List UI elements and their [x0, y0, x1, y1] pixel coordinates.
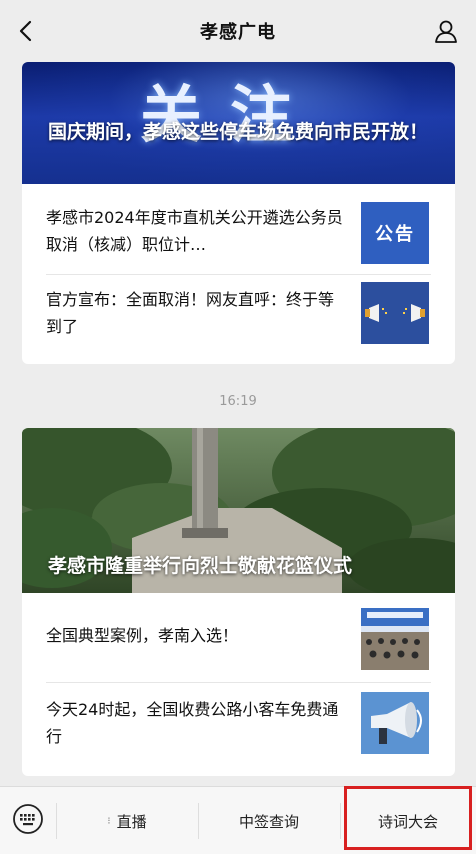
hero-caption: 国庆期间，孝感这些停车场免费向市民开放！	[48, 121, 429, 143]
message-timestamp: 16:19	[219, 394, 257, 409]
top-bar: 孝感广电	[0, 0, 476, 62]
list-item-title: 今天24时起，全国收费公路小客车免费通行	[46, 700, 339, 746]
notice-thumb-text: 公告	[375, 224, 415, 245]
highlight-annotation-box	[344, 786, 472, 850]
menu-lottery-label: 中签查询	[238, 812, 299, 831]
list-item[interactable]: 官方宣布：全面取消！网友直呼：终于等到了	[22, 276, 455, 358]
list-item-title: 孝感市2024年度市直机关公开遴选公务员取消（核减）职位计…	[46, 208, 343, 254]
person-icon[interactable]	[432, 17, 460, 45]
hero-article-2[interactable]: 孝感市隆重举行向烈士敬献花篮仪式	[22, 428, 455, 593]
chevron-left-icon[interactable]	[14, 18, 40, 44]
list-item[interactable]: 今天24时起，全国收费公路小客车免费通行	[22, 684, 455, 766]
keyboard-icon[interactable]	[12, 803, 44, 835]
article-card-2: 孝感市隆重举行向烈士敬献花篮仪式 全国典型案例，孝南入选！ 今天24时起，全国收…	[22, 428, 455, 776]
hero-caption: 孝感市隆重举行向烈士敬献花篮仪式	[48, 555, 353, 577]
list-item[interactable]: 孝感市2024年度市直机关公开遴选公务员取消（核减）职位计… 公告	[22, 192, 455, 274]
list-item[interactable]: 全国典型案例，孝南入选！	[22, 598, 455, 680]
megaphone-icon	[361, 282, 429, 344]
notice-thumbnail: 公告	[361, 202, 429, 264]
divider	[46, 682, 431, 683]
divider	[46, 274, 431, 275]
list-item-title: 官方宣布：全面取消！网友直呼：终于等到了	[46, 290, 335, 336]
submenu-indicator-icon: ⁝	[107, 815, 111, 827]
loudspeaker-icon	[361, 692, 429, 754]
conference-photo	[361, 608, 429, 670]
article-card-1: 关注 国庆期间，孝感这些停车场免费向市民开放！ 孝感市2024年度市直机关公开遴…	[22, 62, 455, 364]
menu-live-label: 直播	[116, 812, 147, 831]
menu-lottery-query[interactable]: 中签查询	[198, 787, 340, 854]
page-title: 孝感广电	[200, 22, 276, 43]
hero-article-1[interactable]: 关注 国庆期间，孝感这些停车场免费向市民开放！	[22, 62, 455, 184]
menu-separator	[340, 803, 341, 839]
list-item-title: 全国典型案例，孝南入选！	[46, 626, 239, 645]
menu-live[interactable]: ⁝ 直播	[56, 787, 198, 854]
